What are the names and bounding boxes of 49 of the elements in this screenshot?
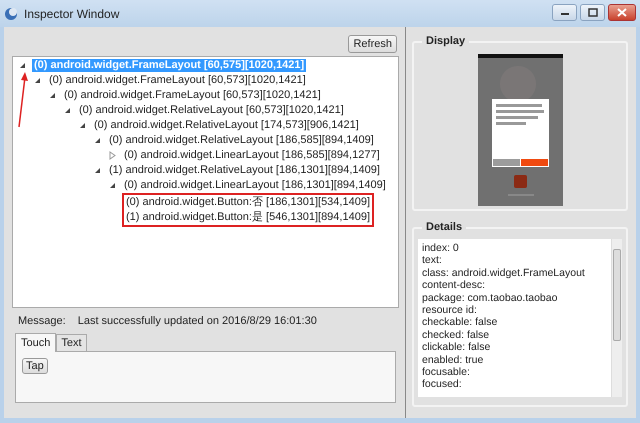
- minimize-button[interactable]: [552, 4, 577, 21]
- tree-item[interactable]: (0) android.widget.FrameLayout [60,573][1020,1421]: [62, 89, 323, 102]
- refresh-button[interactable]: Refresh: [348, 35, 397, 53]
- tree-item[interactable]: (0) android.widget.Button:否 [186,1301][534,1409]: [124, 196, 372, 209]
- message-text: Last successfully updated on 2016/8/29 16:01:30: [78, 315, 317, 327]
- expanded-triangle-icon[interactable]: [34, 77, 41, 84]
- detail-line: focusable:: [422, 366, 471, 378]
- tree-item[interactable]: (0) android.widget.RelativeLayout [60,573][1020,1421]: [77, 104, 346, 117]
- tap-button[interactable]: Tap: [22, 358, 48, 374]
- maximize-button[interactable]: [580, 4, 605, 21]
- tree-item[interactable]: (0) android.widget.RelativeLayout [174,573][906,1421]: [92, 119, 361, 132]
- expanded-triangle-icon[interactable]: [64, 107, 71, 114]
- detail-line: content-desc:: [422, 279, 486, 292]
- message-label: Message:: [18, 315, 66, 327]
- detail-line: checkable: false: [422, 316, 498, 329]
- tab[interactable]: Text: [56, 334, 87, 351]
- detail-line: clickable: false: [422, 341, 492, 354]
- group-title: Display: [422, 35, 470, 47]
- close-icon: [617, 8, 627, 17]
- tree-item[interactable]: (0) android.widget.LinearLayout [186,1301][894,1409]: [122, 179, 388, 192]
- app-logo-icon: [4, 6, 18, 20]
- collapsed-triangle-icon[interactable]: [109, 151, 116, 160]
- annotation-arrow: [17, 71, 29, 129]
- expanded-triangle-icon[interactable]: [94, 167, 101, 174]
- detail-line: class: android.widget.FrameLayout: [422, 266, 586, 280]
- group-title: Details: [422, 221, 466, 233]
- expanded-triangle-icon[interactable]: [49, 92, 56, 99]
- tree-item[interactable]: (0) android.widget.LinearLayout [186,585][894,1277]: [122, 149, 382, 162]
- tree-item[interactable]: (0) android.widget.RelativeLayout [186,585][894,1409]: [107, 134, 376, 147]
- detail-line: enabled: true: [422, 354, 484, 366]
- tree-item[interactable]: (1) android.widget.RelativeLayout [186,1301][894,1409]: [107, 164, 382, 177]
- detail-line: resource id:: [422, 304, 478, 316]
- window-title: Inspector Window: [24, 6, 120, 20]
- maximize-icon: [588, 8, 598, 17]
- expanded-triangle-icon[interactable]: [79, 122, 86, 129]
- tree-item[interactable]: (0) android.widget.FrameLayout [60,573][1020,1421]: [47, 74, 308, 87]
- expanded-triangle-icon[interactable]: [19, 62, 26, 69]
- detail-line: checked: false: [422, 328, 490, 342]
- detail-line: index: 0: [422, 242, 460, 254]
- tree-item[interactable]: (1) android.widget.Button:是 [546,1301][894,1409]: [124, 211, 372, 224]
- close-button[interactable]: [608, 4, 636, 21]
- detail-line: text:: [422, 254, 443, 267]
- detail-line: focused:: [422, 378, 463, 391]
- tab[interactable]: Touch: [15, 333, 56, 352]
- scrollbar-thumb[interactable]: [613, 249, 621, 341]
- expanded-triangle-icon[interactable]: [109, 182, 116, 189]
- expanded-triangle-icon[interactable]: [94, 137, 101, 144]
- detail-line: package: com.taobao.taobao: [422, 292, 558, 304]
- scrollbar[interactable]: [611, 239, 622, 397]
